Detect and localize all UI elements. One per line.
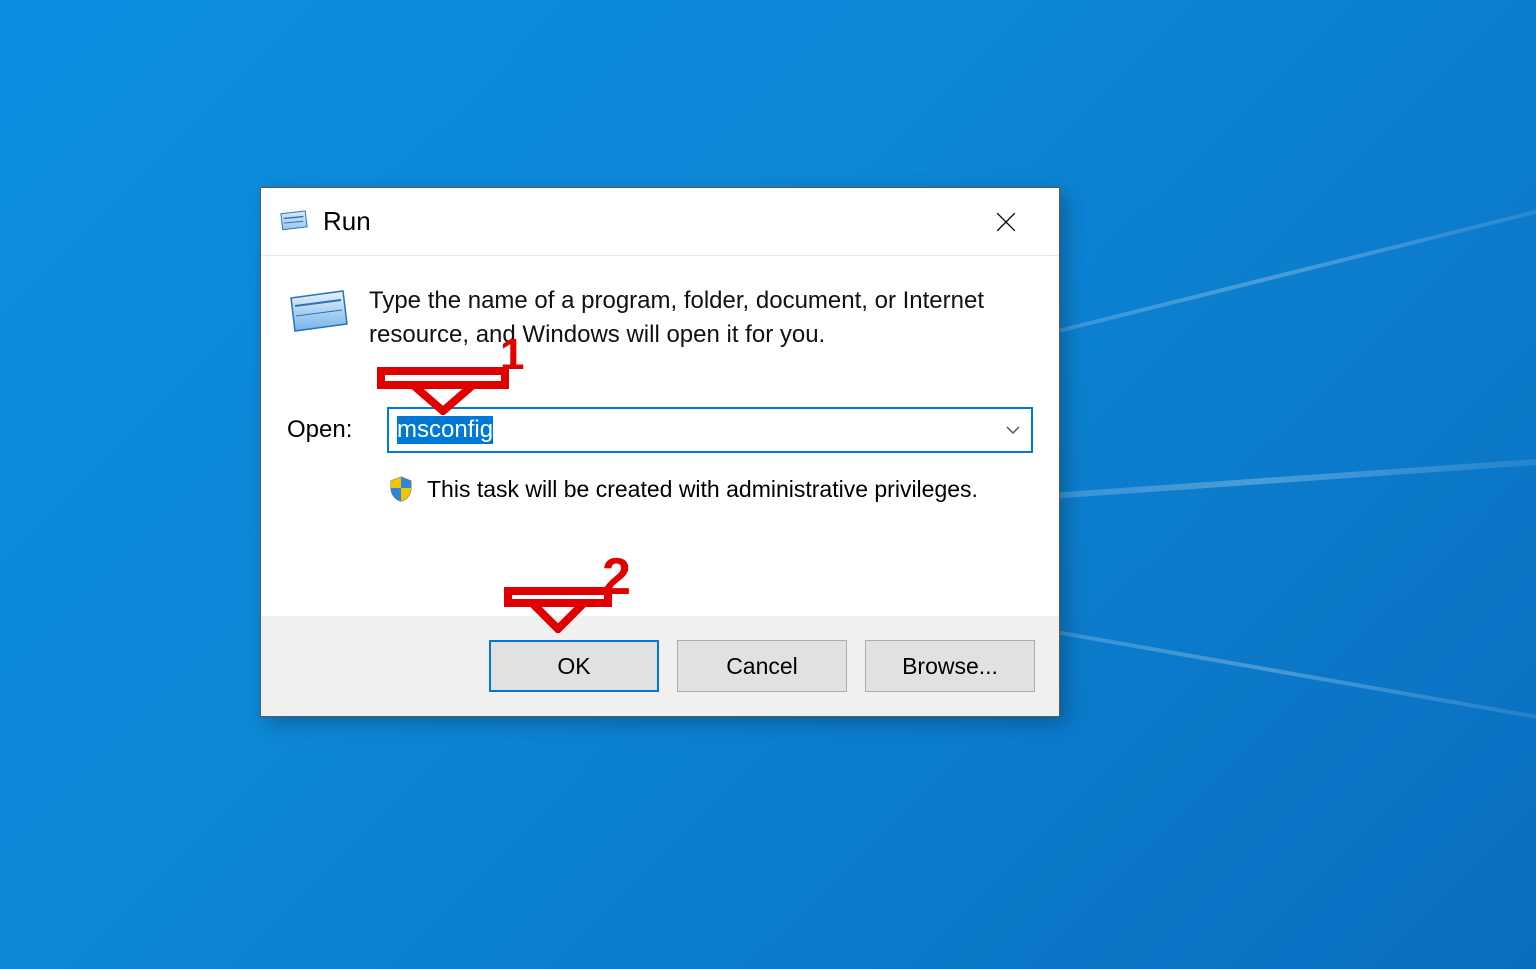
chevron-down-icon[interactable] bbox=[1003, 420, 1023, 440]
run-dialog: Run bbox=[260, 187, 1060, 717]
description-row: Type the name of a program, folder, docu… bbox=[287, 284, 1033, 351]
open-label: Open: bbox=[287, 416, 365, 444]
run-large-icon bbox=[287, 288, 351, 338]
browse-button[interactable]: Browse... bbox=[865, 640, 1035, 692]
cancel-button[interactable]: Cancel bbox=[677, 640, 847, 692]
admin-note: This task will be created with administr… bbox=[427, 476, 978, 503]
dialog-title: Run bbox=[323, 206, 371, 237]
open-row: Open: bbox=[287, 407, 1033, 453]
open-combobox[interactable] bbox=[387, 407, 1033, 453]
shield-icon bbox=[387, 475, 415, 503]
dialog-content: Type the name of a program, folder, docu… bbox=[261, 256, 1059, 616]
open-input[interactable] bbox=[387, 407, 1033, 453]
title-bar[interactable]: Run bbox=[261, 188, 1059, 256]
run-icon bbox=[279, 210, 309, 234]
ok-button[interactable]: OK bbox=[489, 640, 659, 692]
dialog-description: Type the name of a program, folder, docu… bbox=[369, 284, 1033, 351]
button-bar: OK Cancel Browse... bbox=[261, 616, 1059, 716]
desktop-background: Run bbox=[0, 0, 1536, 969]
close-button[interactable] bbox=[961, 188, 1051, 255]
admin-note-row: This task will be created with administr… bbox=[387, 475, 1033, 503]
